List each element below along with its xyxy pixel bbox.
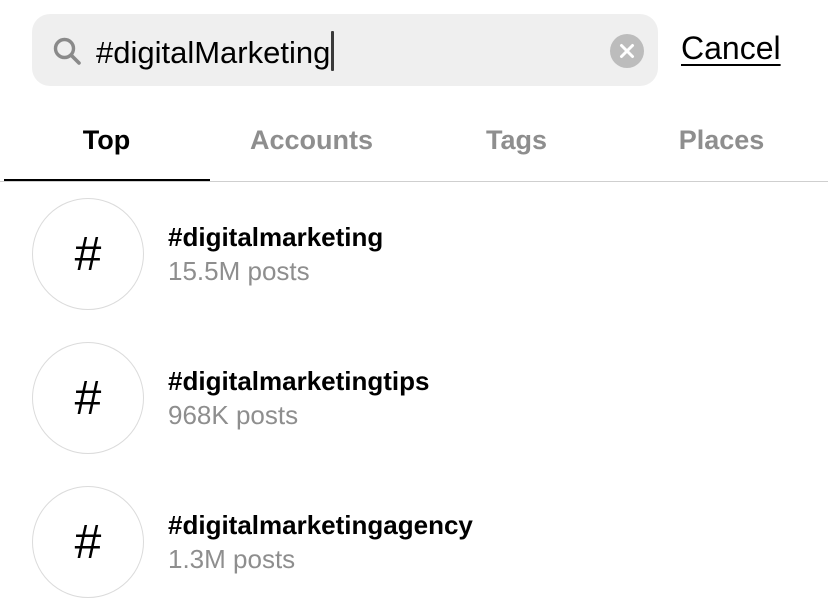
hashtag-icon: # <box>74 372 102 425</box>
list-item[interactable]: # #digitalmarketingagency 1.3M posts <box>0 470 828 614</box>
clear-icon[interactable] <box>610 34 644 68</box>
active-tab-indicator <box>4 179 210 181</box>
hashtag-name: #digitalmarketing <box>168 222 384 252</box>
hashtag-name: #digitalmarketingagency <box>168 510 473 540</box>
list-item[interactable]: # #digitalmarketingtips 968K posts <box>0 326 828 470</box>
hashtag-name: #digitalmarketingtips <box>168 366 430 396</box>
tab-top[interactable]: Top <box>4 120 209 160</box>
tab-tags[interactable]: Tags <box>414 120 619 160</box>
post-count: 968K posts <box>168 400 299 430</box>
hashtag-icon: # <box>74 228 102 281</box>
list-item[interactable]: # #digitalmarketing 15.5M posts <box>0 182 828 326</box>
search-query[interactable]: #digitalMarketing <box>96 31 335 71</box>
search-icon <box>52 36 82 66</box>
search-bar-row: #digitalMarketing Cancel <box>0 0 828 100</box>
hashtag-avatar: # <box>32 342 144 454</box>
search-input[interactable]: #digitalMarketing <box>32 14 658 86</box>
hashtag-icon: # <box>74 516 102 569</box>
text-caret <box>331 31 335 71</box>
post-count: 15.5M posts <box>168 256 310 286</box>
hashtag-avatar: # <box>32 198 144 310</box>
tab-accounts[interactable]: Accounts <box>209 120 414 160</box>
post-count: 1.3M posts <box>168 544 296 574</box>
hashtag-avatar: # <box>32 486 144 598</box>
search-tabs: Top Accounts Tags Places <box>0 100 828 182</box>
cancel-button[interactable]: Cancel <box>681 28 781 68</box>
tab-places[interactable]: Places <box>619 120 824 160</box>
